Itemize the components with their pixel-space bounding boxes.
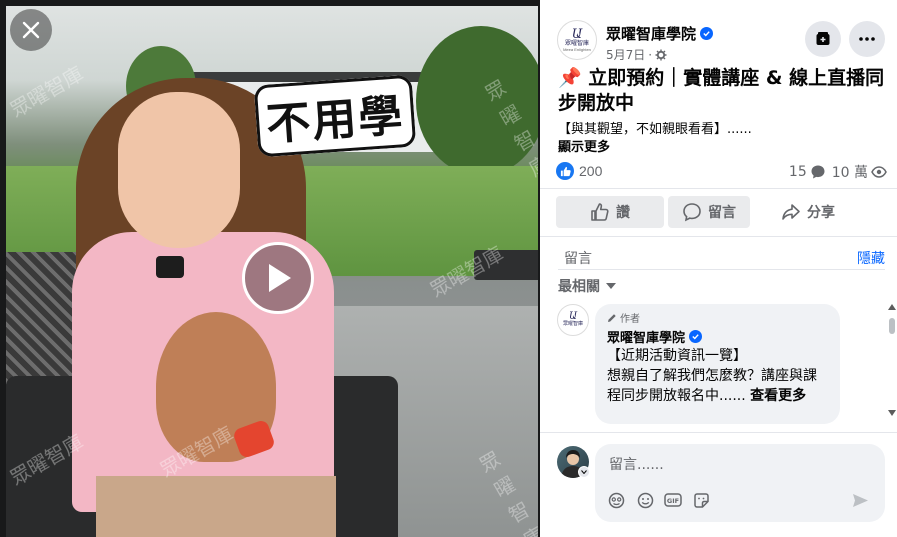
comment-line: 【近期活動資訊一覽】 [607,348,747,364]
bookmark-add-icon [816,32,830,45]
share-icon [782,204,800,220]
scrollbar-thumb[interactable] [889,318,895,334]
comment-line: 想親自了解我們怎麼教？講座與課程同步開放報名中...... 查看更多 [607,366,828,406]
reactions-summary[interactable]: 200 [556,162,602,180]
comment-composer: GIF [595,444,885,522]
avatar-sticker-icon [608,492,624,508]
like-reaction-icon [556,162,574,180]
divider [540,188,897,189]
eye-icon [871,166,887,178]
comment-author-name: 眾曜智庫學院 [607,331,686,346]
share-button[interactable]: 分享 [754,196,862,228]
comment-see-more-link[interactable]: 查看更多 [750,388,806,404]
date-separator: · [648,47,653,62]
send-icon [852,493,868,507]
comment-input[interactable] [609,454,869,476]
comments-count: 15 [788,164,807,180]
post-pane: Ա 眾曜智庫 Meea Enlighten 眾曜智庫學院 5月7日 · 📌 立即… [540,0,897,537]
play-icon [269,264,291,292]
caret-down-icon [606,283,616,289]
post-date[interactable]: 5月7日 [606,46,645,63]
video-pane: 不用學 眾曜智庫 眾曜智庫 眾曜智庫 眾曜智庫 眾曜智庫 眾曜智庫 [0,0,540,537]
comment-author[interactable]: 眾曜智庫學院 [607,327,828,346]
views-stat[interactable]: 10 萬 [832,162,887,182]
play-button[interactable] [242,242,314,314]
thumbs-up-icon [591,203,609,221]
page-logo-text: 眾曜智庫 [562,321,583,328]
verified-badge-icon [689,330,703,343]
views-count: 10 萬 [831,165,868,181]
video-watermark: 眾曜智庫 [6,61,88,123]
page-name: 眾曜智庫學院 [606,25,697,43]
more-dots-icon [859,37,875,41]
sticker-button[interactable] [691,490,711,510]
divider [558,269,885,270]
see-more-link[interactable]: 顯示更多 [558,136,610,155]
profile-switch-badge[interactable] [578,466,590,478]
comment-sort-label: 最相關 [558,279,600,295]
comments-stat[interactable]: 15 [789,164,826,180]
share-button-label: 分享 [807,205,835,221]
hide-comments-link[interactable]: 隱藏 [857,248,885,268]
video-caption-overlay: 不用學 [253,74,417,158]
more-options-button[interactable] [849,21,885,57]
scroll-up-arrow-icon[interactable] [888,304,896,310]
commenter-avatar[interactable]: Ա 眾曜智庫 [557,304,589,336]
person-shorts [96,476,336,537]
likes-count: 200 [579,163,603,179]
scroll-down-arrow-icon[interactable] [888,410,896,416]
comment-button[interactable]: 留言 [668,196,750,228]
pencil-icon [608,313,616,322]
save-post-button[interactable] [805,21,841,57]
comments-header: 留言 [564,251,592,267]
emoji-button[interactable] [635,490,655,510]
wicker-chair [6,252,76,392]
post-title-text: 立即預約｜實體講座 & 線上直播同步開放中 [558,67,885,114]
comment-bubble-icon [811,165,825,179]
author-tag-label: 作者 [620,314,640,325]
comment-item: 作者 眾曜智庫學院 【近期活動資訊一覽】 想親自了解我們怎麼教？講座與課程同步開… [595,304,840,424]
author-tag: 作者 [607,310,828,325]
comment-text: 【近期活動資訊一覽】 想親自了解我們怎麼教？講座與課程同步開放報名中......… [607,346,828,406]
pin-icon: 📌 [558,67,582,89]
post-body: 【與其觀望，不如親眼看看】...... [558,122,752,137]
emoji-icon [637,492,653,508]
lapel-mic [156,256,184,278]
close-icon [22,21,40,39]
comment-button-label: 留言 [708,205,736,221]
gif-icon: GIF [664,493,682,507]
audience-gear-icon[interactable] [655,49,667,61]
comment-sort-dropdown[interactable]: 最相關 [558,276,617,296]
person-face [118,92,240,248]
comments-scrollbar[interactable] [888,304,896,416]
chevron-down-icon [581,470,587,474]
post-meta: 5月7日 · [606,46,667,63]
post-stats: 15 10 萬 [789,162,887,182]
svg-text:GIF: GIF [667,497,679,505]
comment-icon [683,203,701,222]
page-name-link[interactable]: 眾曜智庫學院 [606,23,714,44]
post-viewer: 不用學 眾曜智庫 眾曜智庫 眾曜智庫 眾曜智庫 眾曜智庫 眾曜智庫 Ա 眾曜智庫… [0,0,897,537]
send-button[interactable] [850,490,870,510]
post-title: 📌 立即預約｜實體講座 & 線上直播同步開放中 [558,66,888,116]
gif-button[interactable]: GIF [663,490,683,510]
close-button[interactable] [10,9,52,51]
like-button[interactable]: 讚 [556,196,664,228]
divider [540,236,897,237]
verified-badge-icon [700,27,714,40]
page-avatar[interactable]: Ա 眾曜智庫 Meea Enlighten [557,20,597,60]
page-logo-sub: Meea Enlighten [563,46,591,52]
video-player[interactable]: 不用學 眾曜智庫 眾曜智庫 眾曜智庫 眾曜智庫 眾曜智庫 眾曜智庫 [6,6,538,537]
sticker-icon [693,492,709,508]
like-button-label: 讚 [616,205,630,221]
post-action-bar: 讚 留言 分享 [556,196,881,228]
divider [540,432,897,433]
avatar-sticker-button[interactable] [606,490,626,510]
